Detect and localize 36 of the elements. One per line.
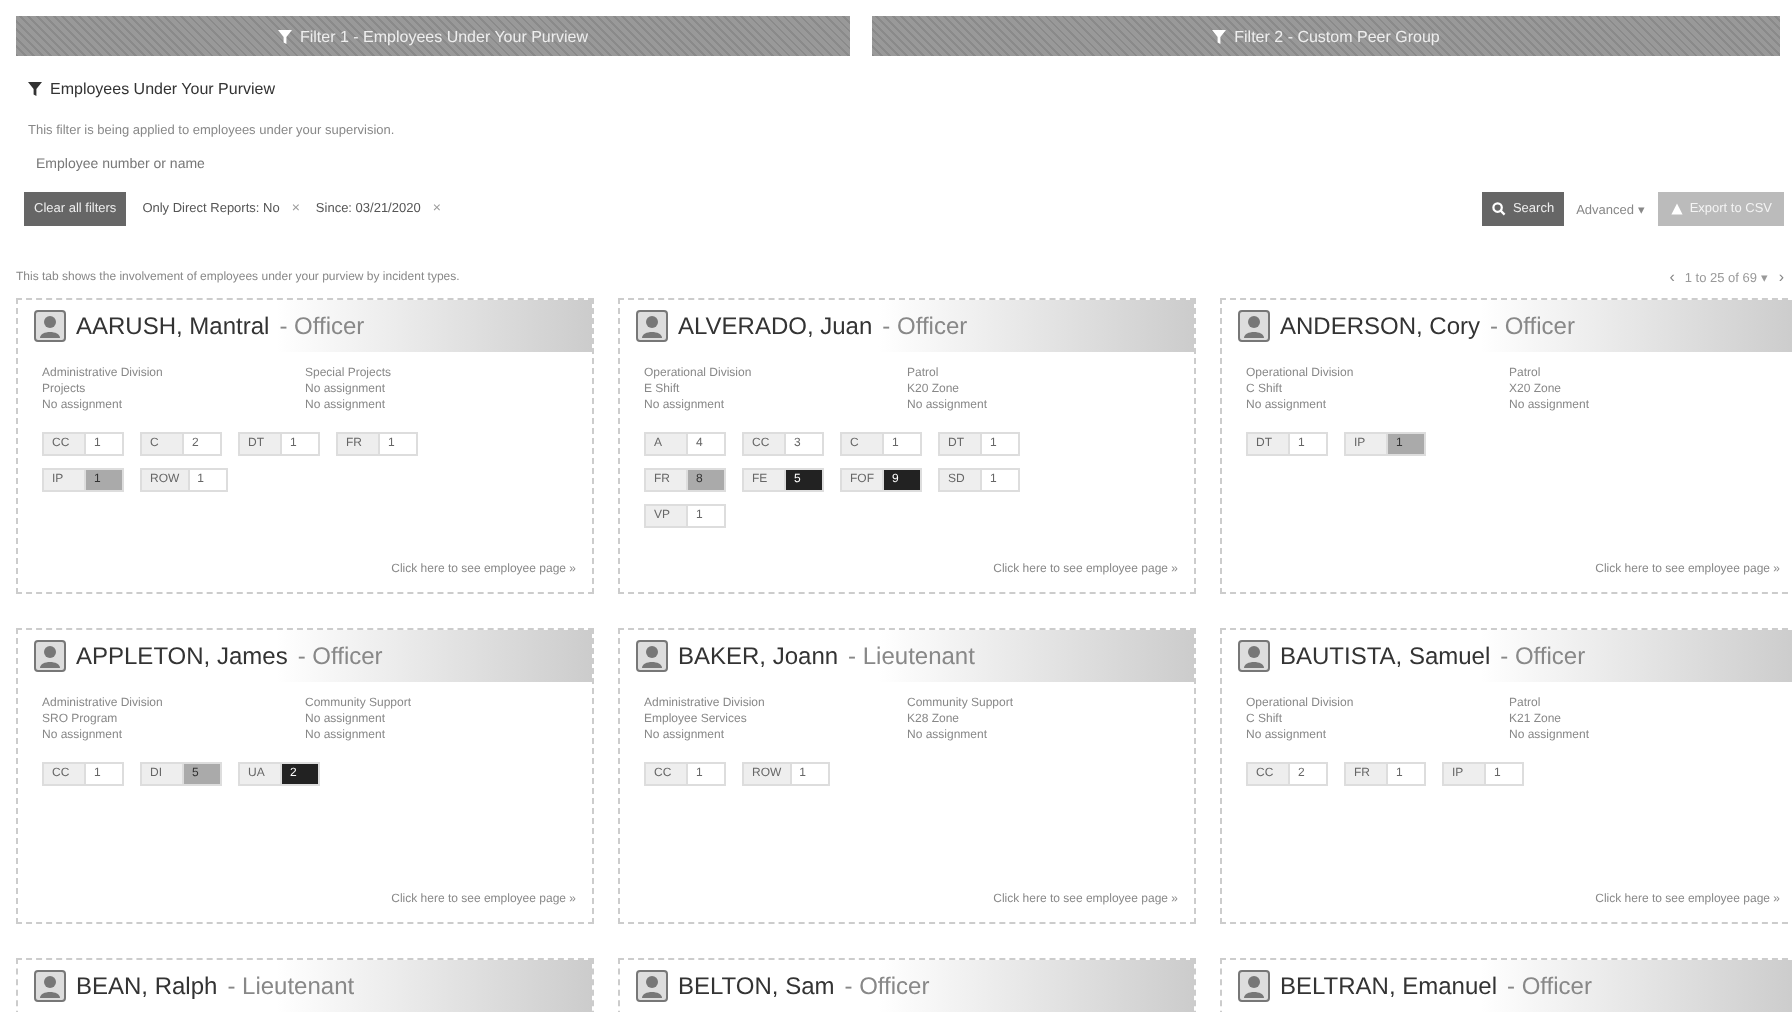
employee-name: BEAN, Ralph <box>76 972 218 1000</box>
person-icon <box>34 310 66 342</box>
person-icon <box>34 640 66 672</box>
previous-page-button[interactable]: ‹ <box>1669 270 1675 286</box>
employee-name: BAUTISTA, Samuel <box>1280 642 1491 670</box>
employee-role: - Officer <box>844 972 930 1000</box>
employee-name: BELTON, Sam <box>678 972 835 1000</box>
search-icon <box>1492 202 1507 216</box>
filter-header-bar[interactable]: Filter 2 - Custom Peer Group <box>872 16 1780 56</box>
employee-name: AARUSH, Mantral <box>76 312 270 340</box>
person-icon <box>636 970 668 1002</box>
funnel-icon <box>1212 29 1227 43</box>
person-icon <box>1238 970 1270 1002</box>
employee-role: - Officer <box>297 642 383 670</box>
person-icon <box>636 640 668 672</box>
employee-role: - Officer <box>1490 312 1575 340</box>
funnel-icon <box>277 29 292 43</box>
person-icon <box>1238 310 1270 342</box>
person-icon <box>34 970 66 1002</box>
employee-role: - Officer <box>1500 642 1586 670</box>
section-title: Employees Under Your Purview <box>50 80 276 98</box>
employee-name: BAKER, Joann <box>678 642 839 670</box>
filter-header-bar[interactable]: Filter 1 - Employees Under Your Purview <box>16 16 850 56</box>
employee-name: BELTRAN, Emanuel <box>1280 972 1497 1000</box>
next-page-button[interactable]: › <box>1778 270 1784 286</box>
employee-role: - Lieutenant <box>227 972 355 1000</box>
employee-role: - Officer <box>882 312 968 340</box>
person-icon <box>1238 640 1270 672</box>
employee-name: ANDERSON, Cory <box>1280 312 1481 340</box>
employee-name: APPLETON, James <box>76 642 288 670</box>
person-icon <box>636 310 668 342</box>
funnel-icon <box>28 82 42 96</box>
employee-role: - Lieutenant <box>848 642 975 670</box>
employee-role: - Officer <box>279 312 365 340</box>
employee-name: ALVERADO, Juan <box>678 312 873 340</box>
employee-role: - Officer <box>1507 972 1592 1000</box>
